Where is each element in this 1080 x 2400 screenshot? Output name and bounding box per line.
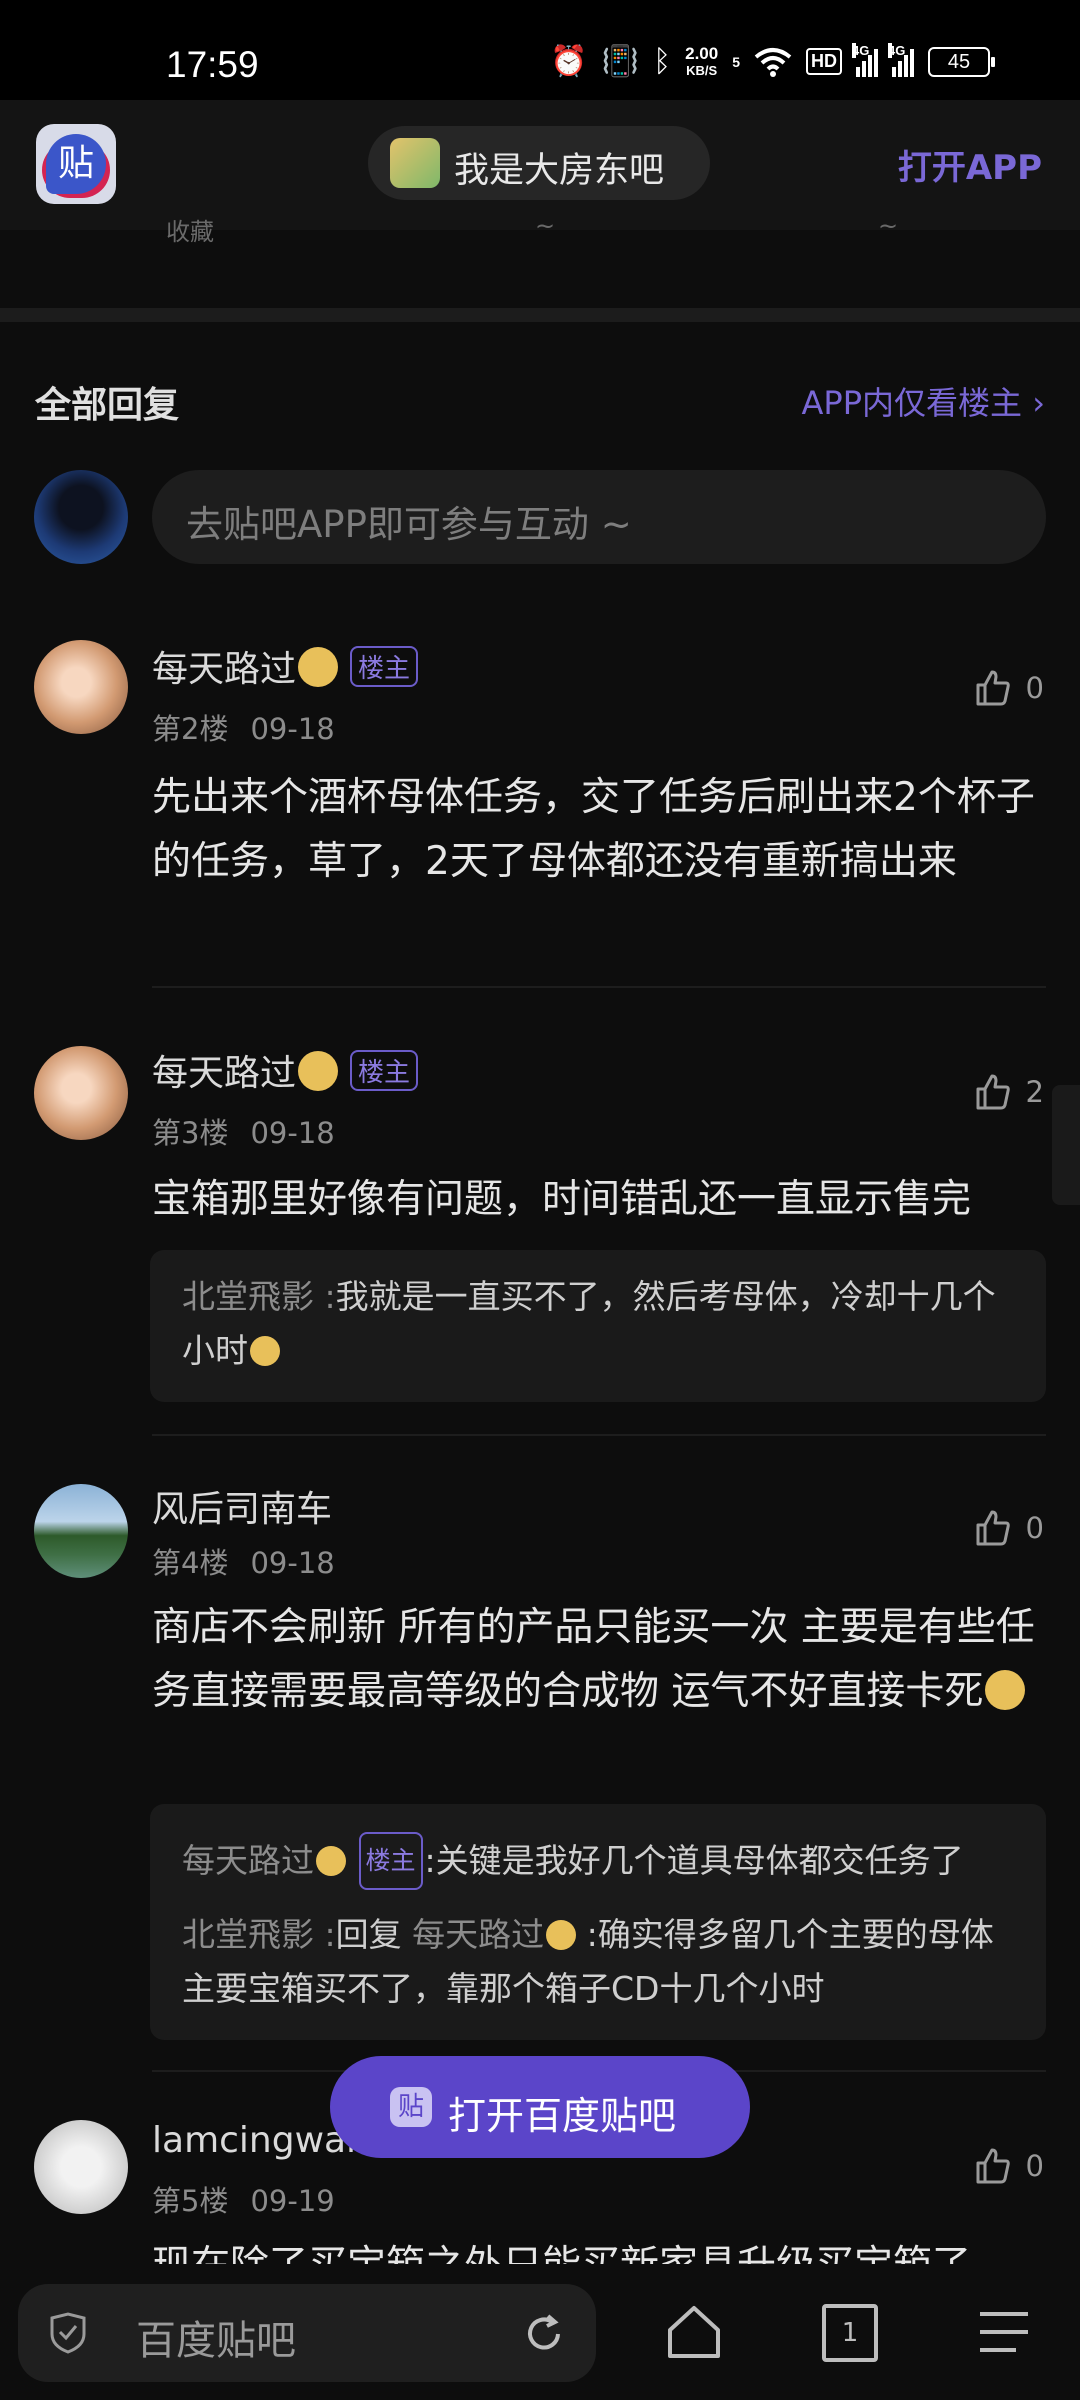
sub-reply-author[interactable]: 北堂飛影 — [182, 1277, 314, 1316]
tabs-icon[interactable]: 1 — [822, 2304, 878, 2362]
op-badge: 楼主 — [350, 1050, 419, 1091]
post-meta: 第3楼 09-18 — [152, 1116, 335, 1150]
tieba-logo-icon: 贴 — [390, 2087, 432, 2127]
collect-text: 收藏 — [166, 218, 214, 246]
post-separator — [152, 1434, 1046, 1436]
thumbs-up-icon — [976, 2148, 1010, 2184]
avatar[interactable] — [34, 1484, 128, 1578]
thumbs-up-icon — [976, 1074, 1010, 1110]
top-bar: 贴 我是大房东吧 打开APP — [0, 100, 1080, 230]
mask-emoji-icon — [546, 1920, 577, 1950]
username[interactable]: 每天路过 楼主 — [152, 640, 419, 692]
like-button[interactable]: 0 — [972, 2146, 1044, 2186]
cut-text-3: ~ — [878, 212, 899, 240]
hd-voice-icon: HD — [806, 48, 842, 75]
forum-name: 我是大房东吧 — [454, 151, 665, 191]
section-divider — [0, 308, 1080, 322]
forum-icon — [390, 138, 440, 188]
op-badge: 楼主 — [350, 646, 419, 687]
sub-replies-box[interactable]: 北堂飛影 :我就是一直买不了，然后考母体，冷却十几个小时 — [150, 1250, 1046, 1402]
sub-replies-box[interactable]: 每天路过 楼主:关键是我好几个道具母体都交任务了 北堂飛影 :回复 每天路过 :… — [150, 1804, 1046, 2040]
sub-reply: 每天路过 楼主:关键是我好几个道具母体都交任务了 — [182, 1832, 1012, 1890]
post-content: 宝箱那里好像有问题，时间错乱还一直显示售完 — [152, 1177, 972, 1222]
scrollbar-thumb[interactable] — [1052, 1085, 1080, 1205]
signal-icon-1: 4G — [852, 42, 878, 77]
post-content: 商店不会刷新 所有的产品只能买一次 主要是有些任务直接需要最高等级的合成物 运气… — [152, 1605, 1035, 1714]
mask-emoji-icon — [298, 647, 339, 687]
home-icon[interactable] — [666, 2304, 722, 2360]
post-meta: 第2楼 09-18 — [152, 712, 335, 746]
op-badge: 楼主 — [358, 1832, 423, 1890]
avatar[interactable] — [34, 2120, 128, 2214]
status-bar: 17:59 ⏰ 📳 ᛒ 2.00 KB/S 5 HD 4G 4G 45 — [0, 0, 1080, 100]
like-button[interactable]: 0 — [972, 668, 1044, 708]
post-meta: 第5楼 09-19 — [152, 2184, 335, 2218]
status-icons: ⏰ 📳 ᛒ 2.00 KB/S 5 HD 4G 4G 45 — [550, 42, 995, 79]
like-button[interactable]: 2 — [972, 1072, 1044, 1112]
sub-reply-author[interactable]: 北堂飛影 — [182, 1915, 314, 1954]
thumbs-up-icon — [976, 1510, 1010, 1546]
reload-icon[interactable] — [522, 2312, 566, 2356]
open-tieba-label: 打开百度贴吧 — [448, 2094, 677, 2138]
username[interactable]: 每天路过 楼主 — [152, 1044, 419, 1096]
alarm-icon: ⏰ — [550, 45, 588, 78]
open-app-link[interactable]: 打开APP — [898, 140, 1042, 189]
cut-text-2: ~ — [535, 212, 556, 240]
sim-number: 5 — [732, 53, 740, 70]
post-content: 先出来个酒杯母体任务，交了任务后刷出来2个杯子的任务，草了，2天了母体都还没有重… — [152, 775, 1035, 884]
username[interactable]: 风后司南车 — [152, 1480, 332, 1532]
tieba-logo[interactable]: 贴 — [36, 124, 116, 204]
open-tieba-button[interactable]: 贴 打开百度贴吧 — [330, 2056, 750, 2158]
sweat-emoji-icon — [985, 1670, 1026, 1710]
menu-icon[interactable] — [976, 2304, 1032, 2360]
vibrate-icon: 📳 — [601, 45, 640, 78]
wifi-icon — [754, 47, 792, 77]
like-button[interactable]: 0 — [972, 1508, 1044, 1548]
sweat-emoji-icon — [250, 1336, 280, 1366]
tieba-logo-glyph: 贴 — [46, 134, 106, 194]
sub-reply-author[interactable]: 每天路过 — [182, 1841, 314, 1880]
only-op-link[interactable]: APP内仅看楼主 › — [802, 378, 1045, 424]
browser-bottom-bar: 百度贴吧 1 — [0, 2264, 1080, 2400]
battery-icon: 45 — [928, 46, 995, 77]
mask-emoji-icon — [298, 1051, 339, 1091]
address-bar[interactable]: 百度贴吧 — [18, 2284, 596, 2382]
avatar[interactable] — [34, 1046, 128, 1140]
sub-reply: 北堂飛影 :我就是一直买不了，然后考母体，冷却十几个小时 — [182, 1277, 996, 1370]
my-avatar — [34, 470, 128, 564]
post-meta: 第4楼 09-18 — [152, 1546, 335, 1580]
address-site: 百度贴吧 — [136, 2318, 296, 2364]
signal-icon-2: 4G — [888, 42, 914, 77]
all-replies-title: 全部回复 — [35, 385, 180, 426]
post-separator — [152, 986, 1046, 988]
avatar[interactable] — [34, 640, 128, 734]
thumbs-up-icon — [976, 670, 1010, 706]
mask-emoji-icon — [316, 1846, 346, 1876]
net-speed: 2.00 KB/S — [685, 43, 719, 78]
sub-reply: 北堂飛影 :回复 每天路过 :确实得多留几个主要的母体 主要宝箱买不了，靠那个箱… — [182, 1915, 994, 2008]
shield-check-icon — [50, 2312, 86, 2354]
forum-name-pill[interactable]: 我是大房东吧 — [368, 126, 710, 200]
status-time: 17:59 — [166, 44, 259, 85]
reply-input[interactable]: 去贴吧APP即可参与互动 ~ — [152, 470, 1046, 564]
reply-to-user[interactable]: 每天路过 — [412, 1915, 544, 1954]
bluetooth-icon: ᛒ — [653, 44, 672, 78]
reply-input-placeholder: 去贴吧APP即可参与互动 ~ — [186, 503, 632, 546]
